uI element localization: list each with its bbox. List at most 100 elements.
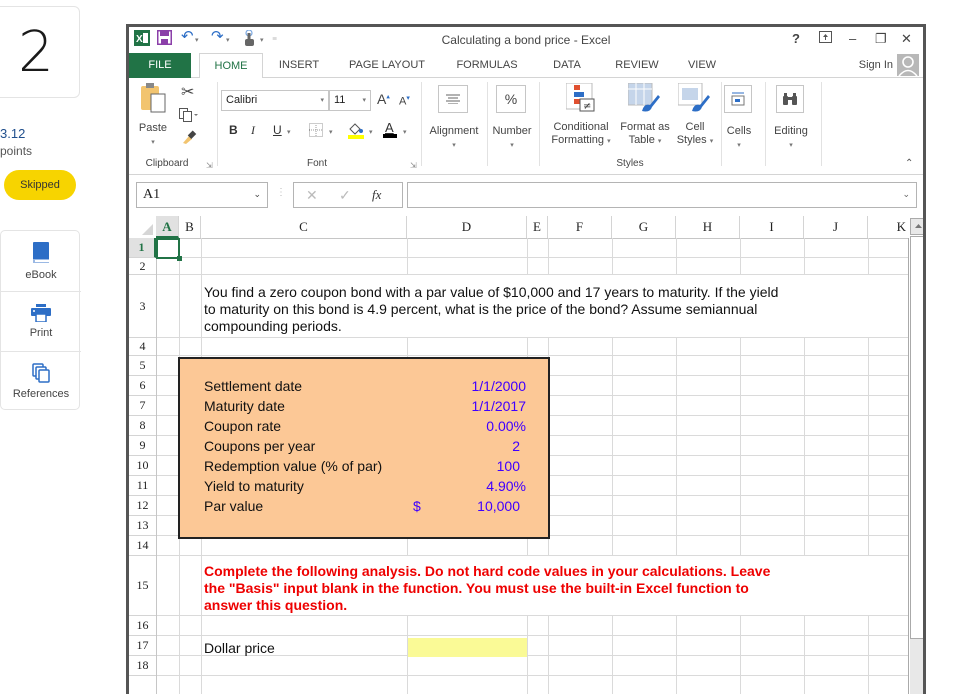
column-header-e[interactable]: E	[527, 216, 548, 238]
name-box[interactable]: A1 ⌄	[136, 182, 268, 208]
row-header-9[interactable]: 9	[129, 436, 156, 456]
font-color-icon[interactable]: A	[382, 120, 398, 143]
editing-button[interactable]: Editing ▾	[765, 125, 817, 152]
alignment-icon[interactable]	[438, 85, 468, 113]
ribbon-display-options-button[interactable]	[819, 31, 832, 46]
column-header-j[interactable]: J	[804, 216, 868, 238]
confirm-entry-icon[interactable]: ✓	[339, 187, 351, 204]
vertical-scrollbar-thumb[interactable]	[910, 236, 923, 639]
bold-button[interactable]: B	[229, 123, 238, 137]
input-value[interactable]: 4.90%	[408, 476, 526, 496]
cell-styles-icon[interactable]	[677, 82, 710, 118]
scroll-up-button[interactable]	[910, 218, 923, 235]
format-painter-icon[interactable]	[181, 130, 197, 149]
column-header-b[interactable]: B	[179, 216, 201, 238]
fill-color-icon[interactable]	[347, 121, 365, 144]
fill-color-dropdown-icon[interactable]: ▾	[369, 128, 373, 136]
decrease-font-size-icon[interactable]: A▾	[399, 94, 410, 108]
borders-dropdown-icon[interactable]: ▾	[329, 128, 333, 136]
cut-icon[interactable]: ✂	[181, 82, 194, 102]
italic-button[interactable]: I	[251, 123, 255, 138]
font-size-select[interactable]: 11 ▾	[329, 90, 371, 111]
vertical-scrollbar-track[interactable]	[910, 639, 923, 694]
worksheet-grid[interactable]: A B C D E F G H I J K 1 2 3 4 5 6 7 8 9 10 11 12 13 1…	[129, 216, 923, 694]
row-header-16[interactable]: 16	[129, 616, 156, 636]
alignment-button[interactable]: Alignment ▾	[423, 125, 485, 152]
row-header-18[interactable]: 18	[129, 656, 156, 676]
paste-button[interactable]: Paste ▾	[139, 82, 167, 146]
select-all-button[interactable]	[129, 216, 156, 238]
help-button[interactable]: ?	[792, 31, 800, 46]
row-header-2[interactable]: 2	[129, 258, 156, 275]
font-color-dropdown-icon[interactable]: ▾	[403, 128, 407, 136]
insert-function-icon[interactable]: fx	[372, 187, 381, 203]
number-button[interactable]: Number ▾	[487, 125, 537, 152]
format-as-table-icon[interactable]	[627, 82, 660, 118]
cell-styles-button[interactable]: Cell Styles ▾	[673, 121, 717, 148]
row-header-4[interactable]: 4	[129, 338, 156, 356]
input-value[interactable]: 100	[408, 456, 520, 476]
avatar[interactable]	[897, 54, 919, 76]
font-name-select[interactable]: Calibri ▾	[221, 90, 329, 111]
row-header-6[interactable]: 6	[129, 376, 156, 396]
input-value[interactable]: 2	[408, 436, 520, 456]
cancel-entry-icon[interactable]: ✕	[306, 187, 318, 204]
tab-review[interactable]: REVIEW	[605, 53, 669, 78]
column-header-c[interactable]: C	[201, 216, 407, 238]
column-header-g[interactable]: G	[612, 216, 676, 238]
borders-icon[interactable]	[309, 123, 323, 142]
find-icon[interactable]	[776, 85, 804, 113]
row-header-11[interactable]: 11	[129, 476, 156, 496]
column-header-k[interactable]: K	[868, 216, 908, 238]
row-header-3[interactable]: 3	[129, 275, 156, 338]
expand-formula-bar-icon[interactable]: ⌄	[902, 189, 910, 200]
name-box-dropdown-icon[interactable]: ⌄	[253, 189, 261, 200]
sign-in-link[interactable]: Sign In	[859, 59, 893, 71]
number-format-icon[interactable]: %	[496, 85, 526, 113]
column-header-i[interactable]: I	[740, 216, 804, 238]
column-header-h[interactable]: H	[676, 216, 740, 238]
column-header-a[interactable]: A	[156, 216, 179, 238]
ebook-button[interactable]: eBook	[1, 231, 81, 291]
restore-button[interactable]: ❐	[875, 31, 887, 47]
references-button[interactable]: References	[1, 351, 81, 411]
format-as-table-button[interactable]: Format as Table ▾	[613, 121, 677, 148]
tab-page-layout[interactable]: PAGE LAYOUT	[341, 53, 433, 78]
print-button[interactable]: Print	[1, 291, 81, 351]
input-value[interactable]: 10,000	[408, 496, 520, 516]
row-header-10[interactable]: 10	[129, 456, 156, 476]
row-header-15[interactable]: 15	[129, 556, 156, 616]
input-value[interactable]: 1/1/2017	[408, 396, 527, 416]
column-header-d[interactable]: D	[407, 216, 527, 238]
row-header-14[interactable]: 14	[129, 536, 156, 556]
fill-handle[interactable]	[177, 256, 182, 261]
row-header-5[interactable]: 5	[129, 356, 156, 376]
row-header-17[interactable]: 17	[129, 636, 156, 656]
cells-icon[interactable]	[724, 85, 752, 113]
row-header-8[interactable]: 8	[129, 416, 156, 436]
input-value[interactable]: 0.00%	[408, 416, 526, 436]
copy-icon[interactable]	[179, 108, 199, 127]
increase-font-size-icon[interactable]: A▴	[377, 91, 390, 107]
collapse-ribbon-icon[interactable]: ⌃	[905, 158, 913, 169]
tab-view[interactable]: VIEW	[677, 53, 727, 78]
underline-dropdown-icon[interactable]: ▾	[287, 128, 291, 136]
input-value[interactable]: 1/1/2000	[408, 376, 527, 396]
tab-formulas[interactable]: FORMULAS	[447, 53, 527, 78]
tab-file[interactable]: FILE	[129, 53, 191, 78]
conditional-formatting-icon[interactable]: ≠	[565, 82, 596, 118]
conditional-formatting-button[interactable]: Conditional Formatting ▾	[541, 121, 621, 148]
clipboard-launcher-icon[interactable]: ⇲	[206, 161, 213, 170]
tab-insert[interactable]: INSERT	[269, 53, 329, 78]
row-header-1[interactable]: 1	[129, 238, 156, 258]
cells-button[interactable]: Cells ▾	[719, 125, 759, 152]
dollar-price-answer-cell[interactable]	[408, 638, 527, 657]
underline-button[interactable]: U	[273, 123, 282, 137]
tab-home[interactable]: HOME	[199, 53, 263, 79]
font-launcher-icon[interactable]: ⇲	[410, 161, 417, 170]
row-header-12[interactable]: 12	[129, 496, 156, 516]
formula-input[interactable]: ⌄	[407, 182, 917, 208]
tab-data[interactable]: DATA	[539, 53, 595, 78]
column-header-f[interactable]: F	[548, 216, 612, 238]
close-button[interactable]: ✕	[901, 31, 912, 47]
